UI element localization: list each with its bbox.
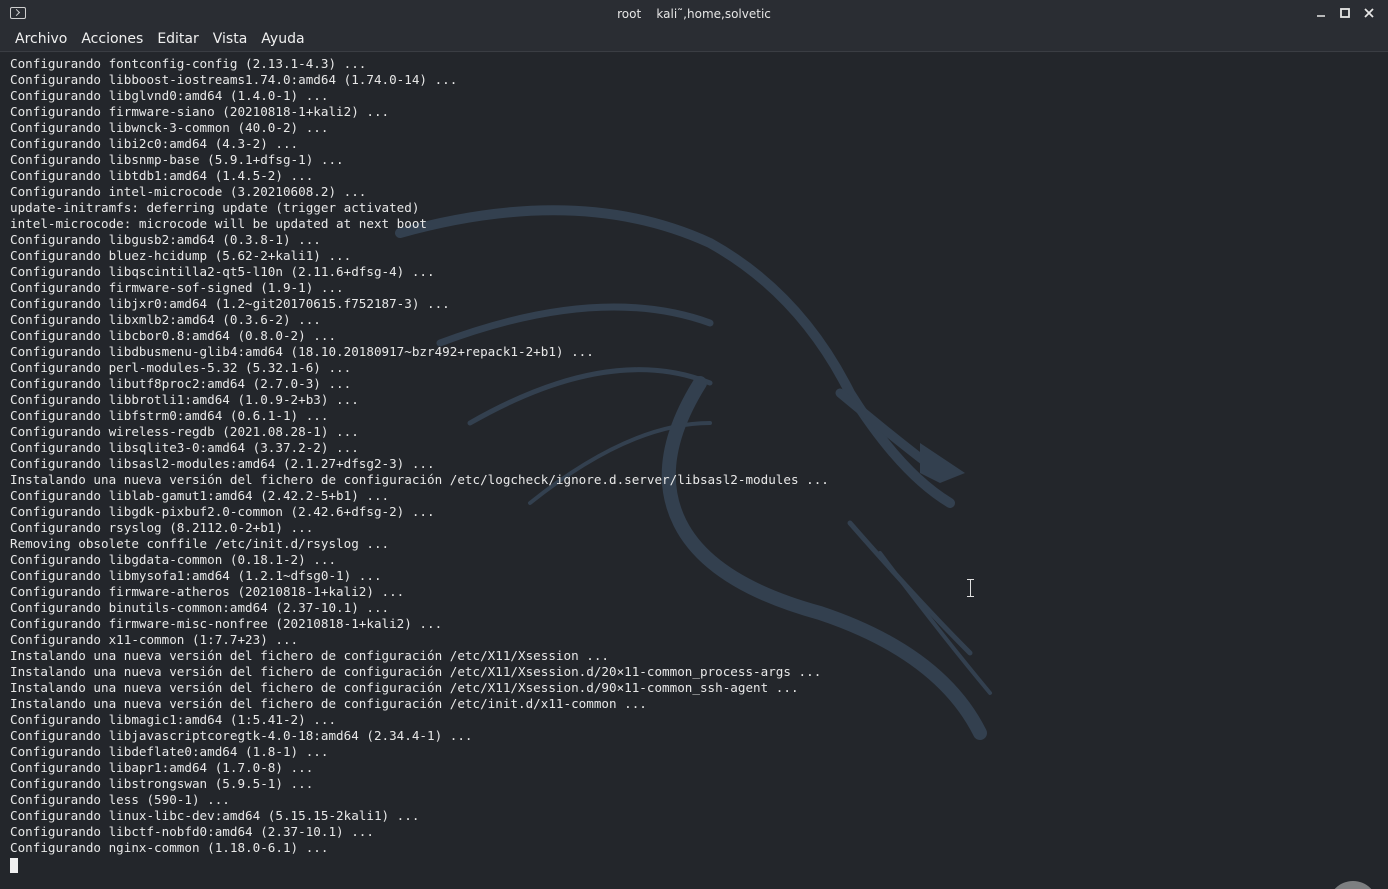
window-titlebar[interactable]: root kali˜,home,solvetic xyxy=(0,0,1388,28)
menu-archivo[interactable]: Archivo xyxy=(8,28,74,51)
menu-ayuda[interactable]: Ayuda xyxy=(254,28,311,51)
terminal-line: Configurando binutils-common:amd64 (2.37… xyxy=(10,600,390,615)
terminal-line: Configurando libjavascriptcoregtk-4.0-18… xyxy=(10,728,473,743)
terminal-line: Instalando una nueva versión del fichero… xyxy=(10,664,822,679)
terminal-line: Configurando libjxr0:amd64 (1.2~git20170… xyxy=(10,296,450,311)
terminal-line: Configurando libxmlb2:amd64 (0.3.6-2) ..… xyxy=(10,312,321,327)
minimize-icon[interactable] xyxy=(1314,4,1328,22)
terminal-line: Configurando x11-common (1:7.7+23) ... xyxy=(10,632,299,647)
terminal-line: Configurando libgdk-pixbuf2.0-common (2.… xyxy=(10,504,435,519)
terminal-line: Configurando libctf-nobfd0:amd64 (2.37-1… xyxy=(10,824,374,839)
terminal-line: Configurando libglvnd0:amd64 (1.4.0-1) .… xyxy=(10,88,329,103)
menu-bar: Archivo Acciones Editar Vista Ayuda xyxy=(0,28,1388,52)
text-cursor xyxy=(10,858,18,873)
terminal-line: Configurando firmware-misc-nonfree (2021… xyxy=(10,616,443,631)
terminal-line: Configurando libtdb1:amd64 (1.4.5-2) ... xyxy=(10,168,314,183)
menu-vista[interactable]: Vista xyxy=(206,28,255,51)
terminal-line: Configurando linux-libc-dev:amd64 (5.15.… xyxy=(10,808,420,823)
terminal-line: Configurando firmware-atheros (20210818-… xyxy=(10,584,405,599)
terminal-line: Configurando libgusb2:amd64 (0.3.8-1) ..… xyxy=(10,232,321,247)
terminal-line: Configurando bluez-hcidump (5.62-2+kali1… xyxy=(10,248,352,263)
menu-editar[interactable]: Editar xyxy=(150,28,205,51)
terminal-line: Configurando libbrotli1:amd64 (1.0.9-2+b… xyxy=(10,392,359,407)
menu-acciones[interactable]: Acciones xyxy=(74,28,150,51)
terminal-line: update-initramfs: deferring update (trig… xyxy=(10,200,420,215)
terminal-line: Configurando libsqlite3-0:amd64 (3.37.2-… xyxy=(10,440,359,455)
terminal-line: Configurando libdbusmenu-glib4:amd64 (18… xyxy=(10,344,594,359)
terminal-area[interactable]: Configurando fontconfig-config (2.13.1-4… xyxy=(0,53,1388,889)
terminal-output: Configurando fontconfig-config (2.13.1-4… xyxy=(10,56,829,856)
terminal-line: Configurando libcbor0.8:amd64 (0.8.0-2) … xyxy=(10,328,337,343)
terminal-line: Configurando libi2c0:amd64 (4.3-2) ... xyxy=(10,136,299,151)
terminal-line: Configurando libwnck-3-common (40.0-2) .… xyxy=(10,120,329,135)
terminal-line: Configurando firmware-siano (20210818-1+… xyxy=(10,104,390,119)
terminal-line: Configurando nginx-common (1.18.0-6.1) .… xyxy=(10,840,329,855)
maximize-icon[interactable] xyxy=(1338,4,1352,22)
mouse-ibeam-icon xyxy=(966,579,975,597)
terminal-line: Configurando libsnmp-base (5.9.1+dfsg-1)… xyxy=(10,152,344,167)
terminal-line: Configurando liblab-gamut1:amd64 (2.42.2… xyxy=(10,488,390,503)
terminal-line: Removing obsolete conffile /etc/init.d/r… xyxy=(10,536,390,551)
solvetic-logo-icon xyxy=(1328,881,1378,889)
window-title: root kali˜,home,solvetic xyxy=(617,7,771,21)
terminal-line: Configurando libdeflate0:amd64 (1.8-1) .… xyxy=(10,744,329,759)
terminal-line: Configurando less (590-1) ... xyxy=(10,792,230,807)
close-icon[interactable] xyxy=(1362,4,1376,22)
terminal-line: Configurando libboost-iostreams1.74.0:am… xyxy=(10,72,458,87)
terminal-line: Configurando perl-modules-5.32 (5.32.1-6… xyxy=(10,360,352,375)
terminal-line: Configurando libstrongswan (5.9.5-1) ... xyxy=(10,776,314,791)
terminal-line: Instalando una nueva versión del fichero… xyxy=(10,696,647,711)
terminal-line: Instalando una nueva versión del fichero… xyxy=(10,472,829,487)
terminal-line: Configurando libfstrm0:amd64 (0.6.1-1) .… xyxy=(10,408,329,423)
terminal-line: Configurando libmagic1:amd64 (1:5.41-2) … xyxy=(10,712,337,727)
terminal-line: Instalando una nueva versión del fichero… xyxy=(10,680,799,695)
terminal-line: Configurando libapr1:amd64 (1.7.0-8) ... xyxy=(10,760,314,775)
terminal-line: Configurando libutf8proc2:amd64 (2.7.0-3… xyxy=(10,376,352,391)
terminal-line: Configurando libsasl2-modules:amd64 (2.1… xyxy=(10,456,435,471)
terminal-line: Configurando intel-microcode (3.20210608… xyxy=(10,184,367,199)
terminal-line: Configurando fontconfig-config (2.13.1-4… xyxy=(10,56,367,71)
terminal-line: intel-microcode: microcode will be updat… xyxy=(10,216,428,231)
terminal-line: Configurando firmware-sof-signed (1.9-1)… xyxy=(10,280,344,295)
terminal-line: Configurando rsyslog (8.2112.0-2+b1) ... xyxy=(10,520,314,535)
terminal-line: Configurando libqscintilla2-qt5-l10n (2.… xyxy=(10,264,435,279)
terminal-line: Configurando wireless-regdb (2021.08.28-… xyxy=(10,424,359,439)
terminal-line: Configurando libgdata-common (0.18.1-2) … xyxy=(10,552,337,567)
terminal-line: Instalando una nueva versión del fichero… xyxy=(10,648,609,663)
window-controls xyxy=(1314,4,1376,22)
terminal-line: Configurando libmysofa1:amd64 (1.2.1~dfs… xyxy=(10,568,382,583)
